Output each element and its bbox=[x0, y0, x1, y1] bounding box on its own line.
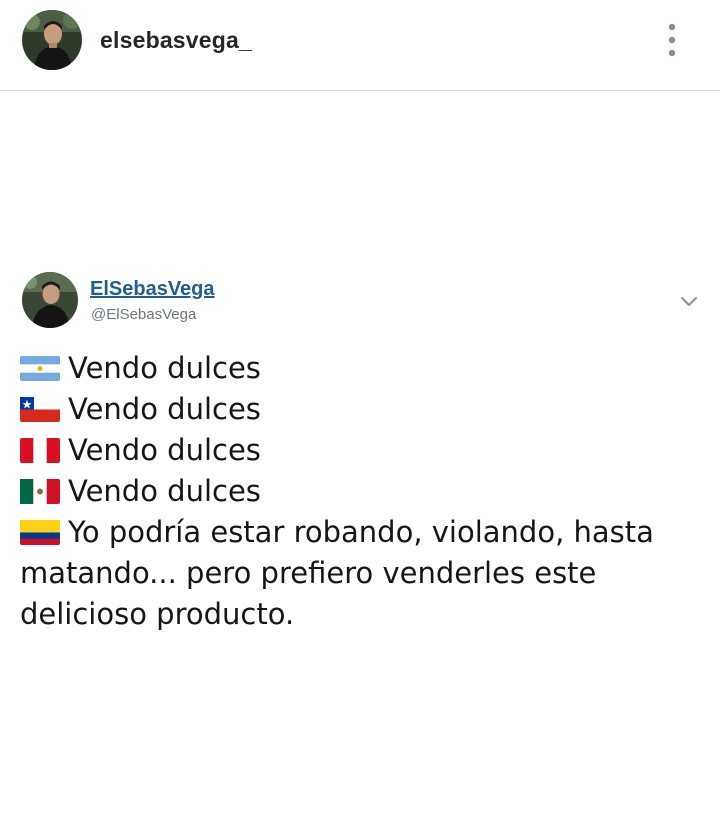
tweet-handle: @ElSebasVega bbox=[91, 306, 197, 323]
profile-photo-icon bbox=[22, 272, 78, 328]
tweet-text: Vendo dulces Vendo dulces Vendo dulces V… bbox=[20, 348, 700, 635]
profile-photo-icon bbox=[22, 10, 82, 70]
post-username[interactable]: elsebasvega_ bbox=[100, 27, 252, 54]
tweet-line: Vendo dulces bbox=[20, 348, 700, 389]
tweet-line: Vendo dulces bbox=[20, 389, 700, 430]
tweet-line-text: Vendo dulces bbox=[68, 433, 261, 467]
vertical-ellipsis-icon[interactable] bbox=[656, 20, 688, 60]
tweet-line-text: Vendo dulces bbox=[68, 474, 261, 508]
chevron-down-icon[interactable] bbox=[676, 290, 702, 312]
tweet-line: Vendo dulces bbox=[20, 471, 700, 512]
post-header: elsebasvega_ bbox=[0, 0, 720, 91]
avatar[interactable] bbox=[22, 10, 82, 70]
chile-flag-icon bbox=[20, 397, 60, 422]
tweet-line-text: Vendo dulces bbox=[68, 351, 261, 385]
tweet-line-text: Yo podría estar robando, violando, hasta… bbox=[20, 515, 654, 631]
peru-flag-icon bbox=[20, 438, 60, 463]
mexico-flag-icon bbox=[20, 479, 60, 504]
argentina-flag-icon bbox=[20, 356, 60, 381]
tweet-line: Yo podría estar robando, violando, hasta… bbox=[20, 512, 700, 635]
tweet-line: Vendo dulces bbox=[20, 430, 700, 471]
tweet-avatar[interactable] bbox=[22, 272, 78, 328]
tweet-display-name[interactable]: ElSebasVega bbox=[90, 278, 215, 301]
tweet-line-text: Vendo dulces bbox=[68, 392, 261, 426]
colombia-flag-icon bbox=[20, 520, 60, 545]
